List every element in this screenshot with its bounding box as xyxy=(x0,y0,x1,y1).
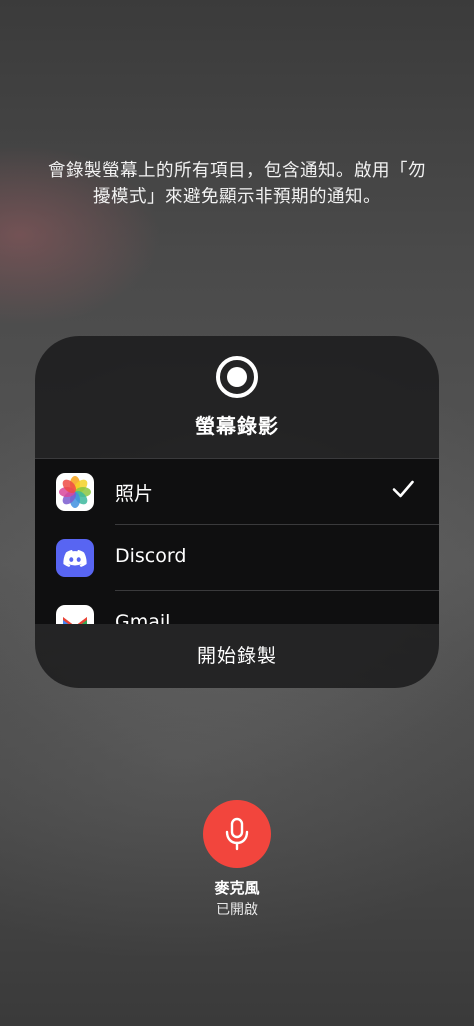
app-list[interactable]: 照片 Discord Gmail xyxy=(35,458,439,624)
microphone-status: 已開啟 xyxy=(216,902,258,918)
list-item-label: Discord xyxy=(115,545,187,567)
microphone-label: 麥克風 xyxy=(214,879,260,897)
photos-app-icon xyxy=(56,473,94,511)
record-icon xyxy=(216,356,258,398)
checkmark-icon xyxy=(392,480,414,498)
list-item-photos[interactable]: 照片 xyxy=(35,459,439,525)
list-item-discord[interactable]: Discord xyxy=(35,525,439,591)
discord-app-icon xyxy=(56,539,94,577)
recording-notice: 會錄製螢幕上的所有項目，包含通知。啟用「勿擾模式」來避免顯示非預期的通知。 xyxy=(48,161,426,207)
start-recording-button[interactable]: 開始錄製 xyxy=(35,624,439,688)
list-item-label: Gmail xyxy=(115,611,171,624)
microphone-icon xyxy=(225,817,249,851)
microphone-button[interactable] xyxy=(203,800,271,868)
list-item-label: 照片 xyxy=(115,483,154,505)
panel-title: 螢幕錄影 xyxy=(195,414,279,438)
gmail-app-icon xyxy=(56,605,94,624)
screen-recording-panel: 螢幕錄影 照片 Discord Gmail 開始錄製 xyxy=(35,336,439,688)
list-item-gmail[interactable]: Gmail xyxy=(35,591,439,624)
